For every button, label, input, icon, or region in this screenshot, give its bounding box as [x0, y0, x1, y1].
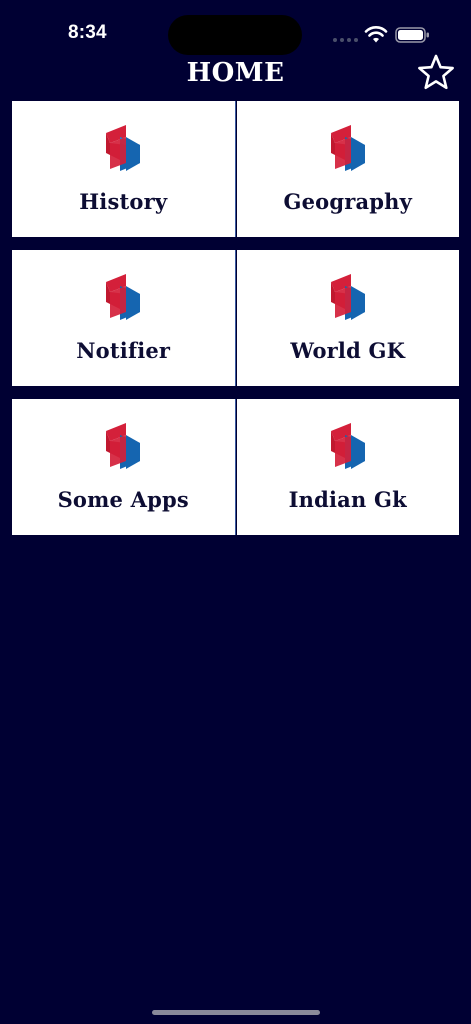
star-icon[interactable]	[416, 53, 456, 93]
tile-divider	[234, 101, 236, 237]
battery-icon	[395, 27, 429, 43]
dynamic-island	[168, 15, 302, 55]
grid-row: History Geography	[12, 101, 459, 237]
tile-geography[interactable]: Geography	[236, 101, 459, 237]
app-logo-icon	[330, 125, 365, 171]
status-bar: 8:34	[0, 0, 471, 60]
wifi-icon	[364, 26, 388, 43]
status-time: 8:34	[68, 22, 107, 43]
tile-label: World GK	[290, 338, 406, 363]
app-logo-icon	[106, 125, 141, 171]
tile-label: History	[79, 189, 168, 214]
grid-row: Some Apps Indian Gk	[12, 399, 459, 535]
tile-notifier[interactable]: Notifier	[12, 250, 235, 386]
tile-world-gk[interactable]: World GK	[236, 250, 459, 386]
tile-label: Geography	[283, 189, 413, 214]
app-logo-icon	[330, 274, 365, 320]
grid-row: Notifier World GK	[12, 250, 459, 386]
tile-indian-gk[interactable]: Indian Gk	[236, 399, 459, 535]
app-logo-icon	[106, 274, 141, 320]
tile-divider	[234, 399, 236, 535]
tile-some-apps[interactable]: Some Apps	[12, 399, 235, 535]
home-indicator[interactable]	[152, 1010, 320, 1015]
cellular-signal-icon	[333, 38, 359, 43]
tile-label: Notifier	[76, 338, 171, 363]
tile-divider	[234, 250, 236, 386]
app-logo-icon	[106, 423, 141, 469]
app-logo-icon	[330, 423, 365, 469]
tile-label: Indian Gk	[288, 487, 407, 512]
tile-history[interactable]: History	[12, 101, 235, 237]
tile-label: Some Apps	[57, 487, 189, 512]
header: HOME	[0, 53, 471, 98]
category-grid: History Geography Notifier World GK Some…	[12, 101, 459, 548]
page-title: HOME	[186, 58, 285, 88]
